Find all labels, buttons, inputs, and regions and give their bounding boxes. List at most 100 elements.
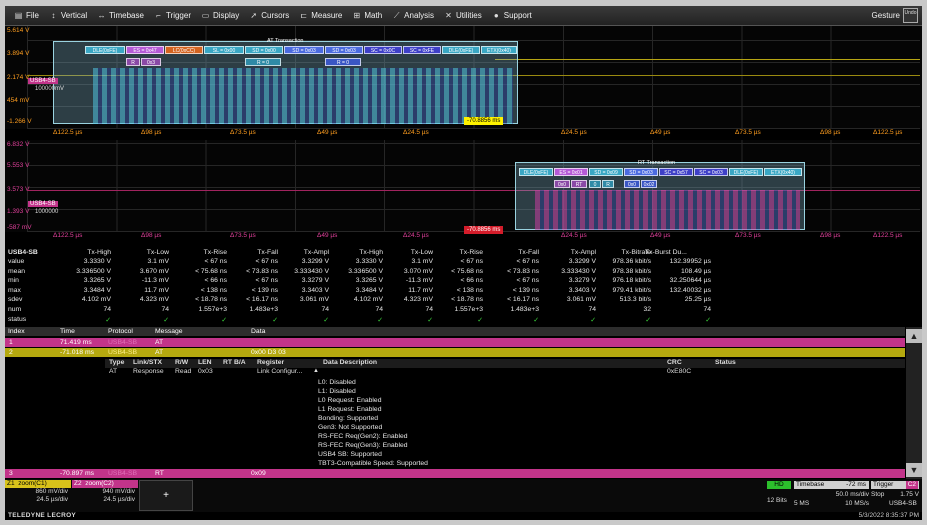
menu-trigger[interactable]: ⌐ Trigger	[149, 7, 196, 25]
detail-header: Type Link/STX R/W LEN RT B/A Register Da…	[105, 359, 905, 368]
scroll-up-icon[interactable]: ▲	[906, 329, 922, 343]
channel-tag[interactable]: USB4-SB	[28, 78, 58, 84]
x-label: Δ73.5 µs	[735, 232, 761, 239]
measurement-table[interactable]: USB4-SB Tx-High Tx-Low Tx-Rise Tx-Fall T…	[5, 248, 922, 327]
param-row-label: min	[8, 277, 19, 285]
decode-segment[interactable]: SD = 0x03	[325, 46, 363, 54]
menu-vertical[interactable]: ↕ Vertical	[44, 7, 92, 25]
expand-arrow-icon[interactable]: ▲	[313, 368, 319, 374]
decode-segment[interactable]: DLE(0xFE)	[442, 46, 480, 54]
col-message[interactable]: Message	[155, 328, 183, 335]
z2-descriptor[interactable]: Z2 zoom(C2) 940 mV/div 24.5 µs/div	[72, 480, 138, 511]
menu-label: Display	[213, 11, 240, 20]
description-line: TBT3-Compatible Speed: Supported	[318, 460, 428, 467]
transaction-title: AT Transaction	[267, 38, 304, 44]
table-row[interactable]: 1 71.419 ms USB4-SB AT	[5, 338, 905, 347]
decode-segment[interactable]: DLE(0xFE)	[85, 46, 125, 54]
decode-segment[interactable]: SD = 0x09	[589, 168, 623, 176]
decode-subfield[interactable]: 0x3	[141, 58, 161, 66]
y-label: -587 mV	[7, 224, 32, 231]
detail-val: AT	[109, 368, 118, 375]
menu-display[interactable]: ▭ Display	[196, 7, 244, 25]
decode-subfield[interactable]: R = 0	[245, 58, 281, 66]
z1-descriptor[interactable]: Z1 zoom(C1) 860 mV/div 24.5 µs/div	[5, 480, 71, 511]
decode-subfield[interactable]: R	[126, 58, 140, 66]
menu-analysis[interactable]: ⟋ Analysis	[387, 7, 439, 25]
decode-subfield[interactable]: 0x0	[554, 180, 570, 188]
zoom-grid-1[interactable]: 5.614 V 3.894 V 2.174 V 454 mV -1.266 V …	[5, 26, 922, 129]
decode-segment[interactable]: DLE(0xFE)	[729, 168, 763, 176]
decode-subfield[interactable]: R = 0	[325, 58, 361, 66]
param-col-header[interactable]: Tx-Ampl	[273, 249, 329, 256]
detail-col: R/W	[175, 359, 189, 366]
decode-segment[interactable]: SD = 0x00	[245, 46, 283, 54]
status-bar: Z1 zoom(C1) 860 mV/div 24.5 µs/div Z2 zo…	[5, 479, 922, 512]
decode-segment[interactable]: SD = 0x03	[624, 168, 658, 176]
undo-button[interactable]: Undo	[903, 8, 918, 23]
decode-subfield[interactable]: 0	[589, 180, 601, 188]
param-col-header[interactable]: Tx-Fall	[483, 249, 539, 256]
col-index[interactable]: Index	[8, 328, 25, 335]
col-data[interactable]: Data	[251, 328, 265, 335]
zoom-grid-2[interactable]: 6.832 V 5.553 V 3.573 V 1.393 V -587 mV …	[5, 140, 922, 234]
decode-subfield[interactable]: R	[602, 180, 614, 188]
decode-segment[interactable]: LC(0xCC)	[165, 46, 203, 54]
param-row-label: mean	[8, 267, 26, 275]
param-value: < 73.83 ns	[507, 267, 539, 275]
time-cursor-tag[interactable]: -70.8856 ms	[464, 117, 504, 125]
decode-segment[interactable]: SC = 0x0C	[364, 46, 402, 54]
detail-col: RT B/A	[223, 359, 246, 366]
col-protocol[interactable]: Protocol	[108, 328, 133, 335]
param-col-header[interactable]: Tx-Fall	[222, 249, 278, 256]
decode-subfield[interactable]: 0x02	[641, 180, 657, 188]
gesture-label[interactable]: Gesture	[872, 11, 900, 20]
menu-cursors[interactable]: ➚ Cursors	[244, 7, 294, 25]
param-col-header[interactable]: Tx-Burst Du...	[643, 249, 711, 256]
detail-col: Type	[109, 359, 125, 366]
decode-segment[interactable]: SC = 0x57	[659, 168, 693, 176]
menu-timebase[interactable]: ↔ Timebase	[92, 7, 149, 25]
col-time[interactable]: Time	[60, 328, 75, 335]
scrollbar[interactable]: ▲ ▼	[906, 327, 922, 479]
menu-support[interactable]: ● Support	[487, 7, 537, 25]
scroll-down-icon[interactable]: ▼	[906, 463, 922, 477]
trigger-icon: ⌐	[156, 11, 161, 20]
decode-segment[interactable]: DLE(0xFE)	[519, 168, 553, 176]
menu-file[interactable]: ▤ File	[9, 7, 44, 25]
sample-rate: 10 MS/s	[845, 500, 869, 507]
param-col-header[interactable]: Tx-Low	[113, 249, 169, 256]
z1-head: Z1	[7, 480, 15, 487]
decode-segment[interactable]: ETX(0x40)	[764, 168, 802, 176]
menu-label: Trigger	[165, 11, 191, 20]
decode-segment[interactable]: SC = 0x03	[694, 168, 728, 176]
decode-segment[interactable]: SD = 0x03	[284, 46, 324, 54]
param-value: ✓	[163, 316, 169, 324]
decode-table[interactable]: Index Time Protocol Message Data 1 71.41…	[5, 327, 922, 479]
decode-segment[interactable]: ETX(0x40)	[481, 46, 517, 54]
decode-segment[interactable]: SC = 0xFE	[403, 46, 441, 54]
add-trace-button[interactable]: +	[139, 480, 193, 511]
x-label: Δ49 µs	[650, 129, 671, 136]
param-col-header[interactable]: Tx-High	[327, 249, 383, 256]
table-row[interactable]: 3 -70.897 ms USB4-SB RT 0x09	[5, 469, 905, 478]
menu-math[interactable]: ⊞ Math	[347, 7, 387, 25]
param-col-header[interactable]: Tx-Ampl	[540, 249, 596, 256]
menu-label: Support	[503, 11, 532, 20]
decode-segment[interactable]: ES = 0x47	[126, 46, 164, 54]
menu-utilities[interactable]: ✕ Utilities	[439, 7, 487, 25]
decode-segment[interactable]: SL = 0x00	[204, 46, 244, 54]
param-col-header[interactable]: Tx-Low	[377, 249, 433, 256]
param-col-header[interactable]: Tx-High	[55, 249, 111, 256]
decode-subfield[interactable]: 0x0	[624, 180, 640, 188]
param-col-header[interactable]: Tx-Rise	[427, 249, 483, 256]
z2-sub: zoom(C2)	[85, 480, 114, 487]
decode-segment[interactable]: ES = 0x01	[554, 168, 588, 176]
decode-subfield[interactable]: RT	[571, 180, 587, 188]
param-col-header[interactable]: Tx-Rise	[171, 249, 227, 256]
channel-tag[interactable]: USB4-SB	[28, 201, 58, 207]
menu-measure[interactable]: ⊏ Measure	[294, 7, 347, 25]
param-value: 3.061 mV	[299, 296, 329, 304]
param-value: < 67 ns	[255, 258, 279, 265]
param-row-sdev: sdev 4.102 mV 4.323 mV < 18.78 ns < 16.17 ns…	[5, 296, 922, 305]
table-row-selected[interactable]: 2 -71.018 ms USB4-SB AT 0x00 D3 03	[5, 348, 905, 357]
